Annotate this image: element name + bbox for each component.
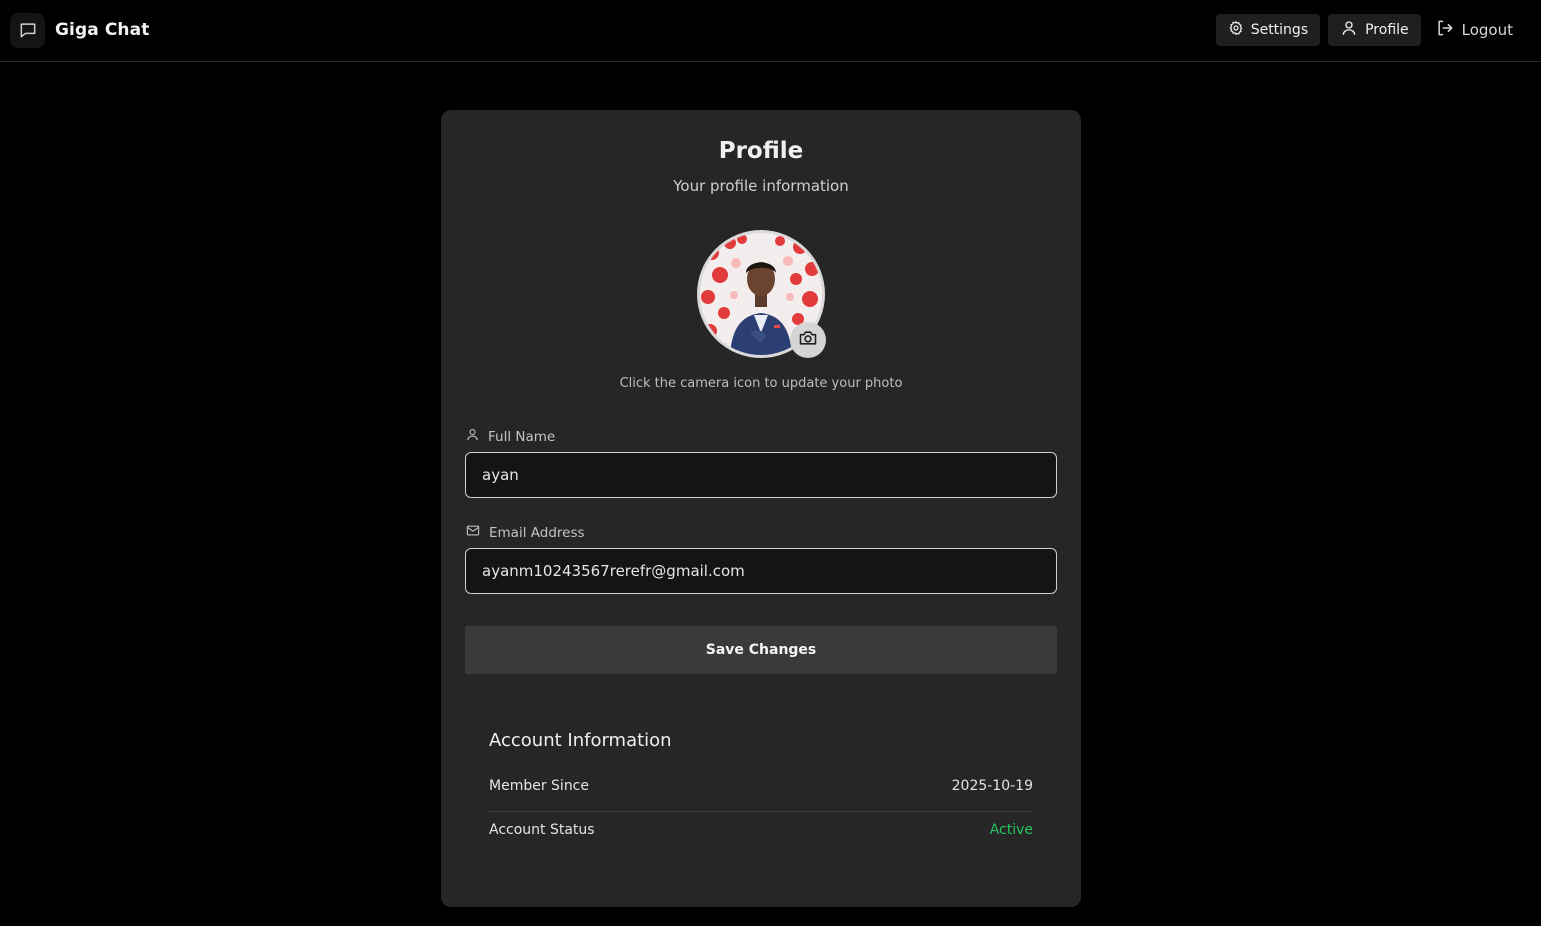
settings-label: Settings bbox=[1250, 22, 1309, 38]
nav-actions: Settings Profile Logout bbox=[1215, 14, 1519, 46]
account-status-label: Account Status bbox=[489, 822, 595, 838]
user-icon bbox=[1340, 19, 1358, 41]
email-field[interactable] bbox=[465, 548, 1057, 594]
mail-icon bbox=[465, 523, 481, 542]
top-navbar: Giga Chat Settings Profile Logout bbox=[0, 0, 1541, 62]
page-subtitle: Your profile information bbox=[673, 177, 849, 195]
email-label: Email Address bbox=[465, 523, 585, 542]
chat-bubble-icon bbox=[10, 12, 45, 48]
profile-card: Profile Your profile information Click t… bbox=[441, 110, 1081, 907]
member-since-label: Member Since bbox=[489, 778, 589, 794]
profile-label: Profile bbox=[1365, 22, 1409, 38]
logout-label: Logout bbox=[1461, 20, 1513, 39]
save-changes-button[interactable]: Save Changes bbox=[465, 626, 1057, 674]
logout-icon bbox=[1435, 18, 1455, 42]
status-badge: Active bbox=[989, 822, 1033, 838]
brand[interactable]: Giga Chat bbox=[10, 12, 149, 48]
full-name-label: Full Name bbox=[465, 427, 555, 446]
member-since-row: Member Since 2025-10-19 bbox=[489, 773, 1033, 812]
camera-button[interactable] bbox=[790, 322, 826, 358]
account-information: Account Information Member Since 2025-10… bbox=[489, 730, 1033, 852]
user-icon bbox=[465, 427, 480, 446]
camera-icon bbox=[798, 328, 818, 352]
profile-button[interactable]: Profile bbox=[1328, 14, 1421, 46]
page-title: Profile bbox=[718, 138, 804, 164]
email-label-text: Email Address bbox=[489, 524, 585, 541]
gear-icon bbox=[1228, 20, 1244, 40]
settings-button[interactable]: Settings bbox=[1215, 14, 1321, 46]
account-status-row: Account Status Active bbox=[489, 812, 1033, 852]
full-name-input[interactable] bbox=[465, 452, 1057, 498]
logout-button[interactable]: Logout bbox=[1429, 14, 1519, 46]
member-since-value: 2025-10-19 bbox=[951, 778, 1033, 794]
avatar-container bbox=[697, 230, 826, 358]
photo-hint: Click the camera icon to update your pho… bbox=[619, 376, 903, 391]
app-name: Giga Chat bbox=[55, 20, 150, 40]
account-information-title: Account Information bbox=[489, 730, 672, 751]
full-name-label-text: Full Name bbox=[488, 428, 556, 445]
